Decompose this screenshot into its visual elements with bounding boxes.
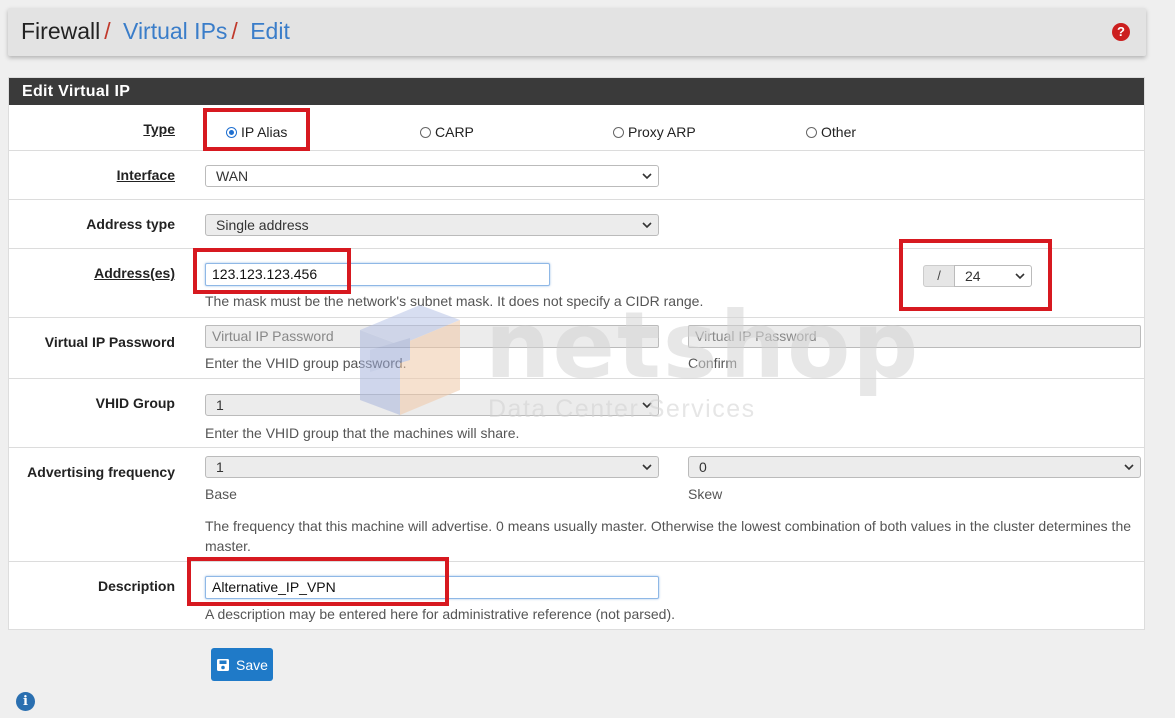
description-input-value: Alternative_IP_VPN xyxy=(212,579,336,595)
question-circle-icon[interactable]: ? xyxy=(1112,23,1130,41)
advertising-base-label: Base xyxy=(205,486,237,502)
breadcrumb-edit-link[interactable]: Edit xyxy=(250,18,290,44)
radio-proxy-arp-dot[interactable] xyxy=(613,126,624,138)
address-label[interactable]: Address(es) xyxy=(94,265,175,281)
cidr-slash: / xyxy=(923,265,955,287)
vip-password-help-text: Enter the VHID group password. xyxy=(205,355,407,371)
breadcrumb-firewall: Firewall xyxy=(21,18,101,44)
radio-ip-alias-dot[interactable] xyxy=(226,126,237,138)
edit-virtual-ip-panel: Edit Virtual IP Type IP Alias CARP Proxy… xyxy=(8,77,1145,630)
radio-other[interactable]: Other xyxy=(806,124,856,140)
advertising-base-value: 1 xyxy=(216,459,224,475)
type-row: Type IP Alias CARP Proxy ARP Other xyxy=(9,105,1144,151)
vhid-group-select[interactable]: 1 xyxy=(205,394,659,416)
advertising-help-text: The frequency that this machine will adv… xyxy=(205,518,1132,554)
address-row: Address(es) 123.123.123.456 / 24 The mas… xyxy=(9,249,1144,318)
chevron-down-icon xyxy=(1124,464,1134,471)
radio-other-label: Other xyxy=(821,124,857,140)
radio-carp-dot[interactable] xyxy=(420,126,431,138)
radio-ip-alias-label: IP Alias xyxy=(241,124,288,140)
advertising-skew-select[interactable]: 0 xyxy=(688,456,1141,478)
breadcrumb: Firewall / Virtual IPs / Edit xyxy=(21,18,290,45)
interface-row: Interface WAN xyxy=(9,151,1144,200)
vip-password-placeholder: Virtual IP Password xyxy=(212,328,334,344)
vip-password-confirm-input[interactable]: Virtual IP Password xyxy=(688,325,1141,348)
description-help-text: A description may be entered here for ad… xyxy=(205,606,676,622)
interface-select[interactable]: WAN xyxy=(205,165,659,187)
description-input[interactable]: Alternative_IP_VPN xyxy=(205,576,659,599)
interface-select-value: WAN xyxy=(216,168,249,184)
advertising-base-select[interactable]: 1 xyxy=(205,456,659,478)
description-label: Description xyxy=(97,578,175,594)
address-type-select[interactable]: Single address xyxy=(205,214,659,236)
advertising-skew-value: 0 xyxy=(699,459,707,475)
address-input[interactable]: 123.123.123.456 xyxy=(205,263,550,286)
chevron-down-icon xyxy=(642,402,652,409)
radio-carp[interactable]: CARP xyxy=(420,124,474,140)
save-button[interactable]: Save xyxy=(211,648,273,681)
panel-title: Edit Virtual IP xyxy=(9,78,1144,105)
vip-password-row: Virtual IP Password Virtual IP Password … xyxy=(9,318,1144,379)
cidr-select[interactable]: 24 xyxy=(954,265,1032,287)
advertising-skew-label: Skew xyxy=(688,486,723,502)
address-type-select-value: Single address xyxy=(216,217,309,233)
chevron-down-icon xyxy=(642,173,652,180)
breadcrumb-separator: / xyxy=(231,18,238,44)
vhid-group-select-value: 1 xyxy=(216,397,224,413)
breadcrumb-separator: / xyxy=(104,18,111,44)
vhid-group-row: VHID Group 1 Enter the VHID group that t… xyxy=(9,379,1144,448)
vip-password-confirm-label: Confirm xyxy=(688,355,738,371)
radio-proxy-arp-label: Proxy ARP xyxy=(628,124,696,140)
type-label[interactable]: Type xyxy=(143,121,175,137)
radio-ip-alias[interactable]: IP Alias xyxy=(226,124,287,140)
breadcrumb-virtual-ips-link[interactable]: Virtual IPs xyxy=(123,18,227,44)
vhid-group-label: VHID Group xyxy=(95,395,175,411)
chevron-down-icon xyxy=(642,222,652,229)
radio-proxy-arp[interactable]: Proxy ARP xyxy=(613,124,696,140)
address-type-label: Address type xyxy=(86,216,175,232)
page-header: Firewall / Virtual IPs / Edit ? xyxy=(8,8,1146,56)
advertising-frequency-label: Advertising frequency xyxy=(27,464,175,480)
advertising-frequency-row: Advertising frequency 1 Base 0 Skew The … xyxy=(9,448,1144,562)
interface-label[interactable]: Interface xyxy=(117,167,175,183)
chevron-down-icon xyxy=(642,464,652,471)
info-icon[interactable]: i xyxy=(16,692,35,711)
chevron-down-icon xyxy=(1015,273,1025,280)
address-type-row: Address type Single address xyxy=(9,200,1144,249)
description-row: Description Alternative_IP_VPN A descrip… xyxy=(9,562,1144,631)
radio-carp-label: CARP xyxy=(435,124,474,140)
vhid-group-help-text: Enter the VHID group that the machines w… xyxy=(205,425,520,441)
vip-password-input[interactable]: Virtual IP Password xyxy=(205,325,659,348)
address-help-text: The mask must be the network's subnet ma… xyxy=(205,293,704,309)
address-input-value: 123.123.123.456 xyxy=(212,266,318,282)
cidr-select-value: 24 xyxy=(965,268,981,284)
radio-other-dot[interactable] xyxy=(806,126,817,138)
vip-password-confirm-placeholder: Virtual IP Password xyxy=(695,328,817,344)
save-button-label: Save xyxy=(236,656,268,673)
save-icon xyxy=(217,658,230,671)
vip-password-label: Virtual IP Password xyxy=(44,334,175,350)
